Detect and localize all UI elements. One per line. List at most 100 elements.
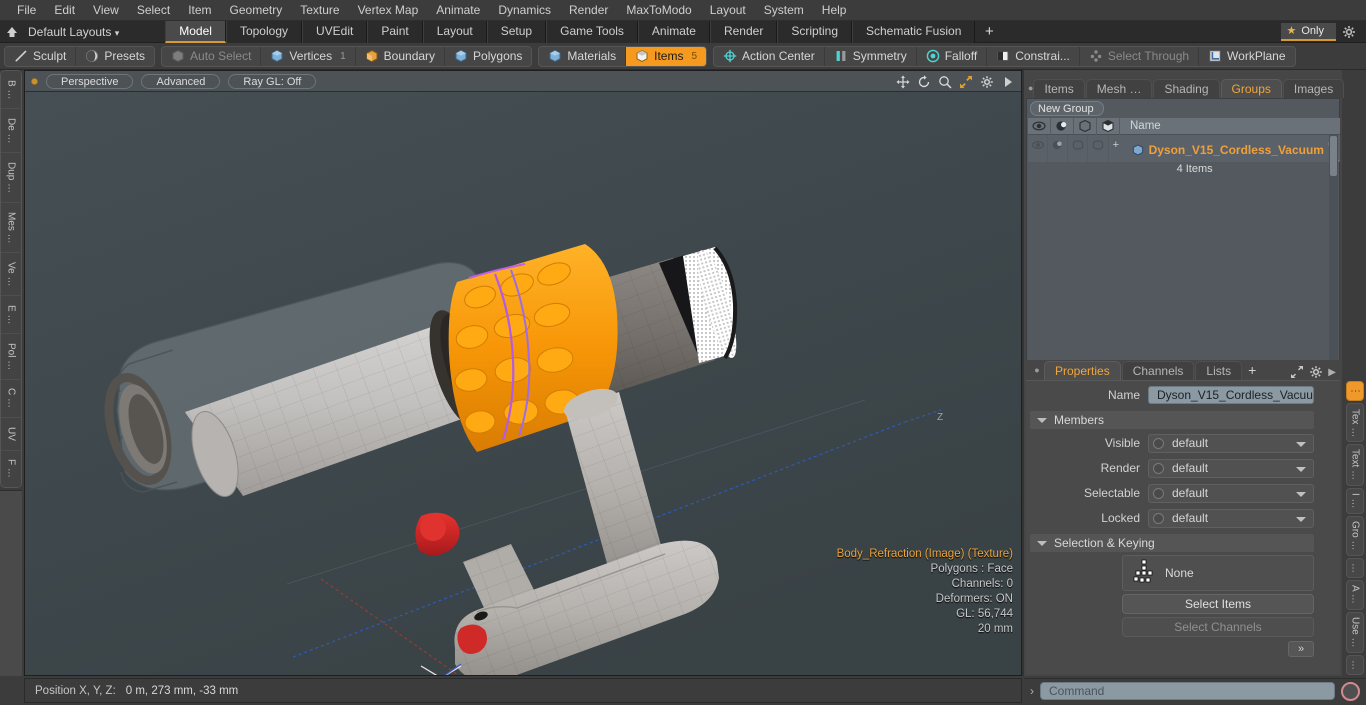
- default-layouts-dropdown[interactable]: Default Layouts ▾: [24, 21, 129, 43]
- menu-item-system[interactable]: System: [755, 0, 813, 21]
- properties-tab-properties[interactable]: Properties: [1044, 361, 1121, 380]
- layout-tab-uvedit[interactable]: UVEdit: [302, 20, 368, 43]
- toolbar-button-action-center[interactable]: Action Center: [714, 46, 825, 66]
- right-tab-3[interactable]: I …: [1346, 487, 1364, 514]
- toolbar-button-auto-select[interactable]: Auto Select: [162, 46, 262, 66]
- menu-item-edit[interactable]: Edit: [45, 0, 84, 21]
- right-tab-0[interactable]: ⋮: [1346, 381, 1364, 402]
- group-item[interactable]: Dyson_V15_Cordless_Vacuum ( …: [1117, 136, 1340, 164]
- panel-tab-shading[interactable]: Shading: [1153, 79, 1220, 98]
- add-properties-tab-button[interactable]: +: [1243, 361, 1261, 380]
- panel-tab-groups[interactable]: Groups: [1220, 79, 1282, 98]
- row-shade-toggle[interactable]: [1088, 135, 1109, 162]
- new-group-button[interactable]: New Group: [1030, 101, 1104, 116]
- menu-item-file[interactable]: File: [8, 0, 45, 21]
- selectable-radio-icon[interactable]: [1153, 487, 1164, 499]
- name-field[interactable]: Dyson_V15_Cordless_Vacuum (3): [1148, 386, 1314, 404]
- zoom-icon[interactable]: [938, 75, 952, 89]
- toolbar-button-materials[interactable]: Materials: [539, 46, 627, 66]
- left-tab-3[interactable]: Mes …: [1, 202, 21, 253]
- properties-tab-lists[interactable]: Lists: [1195, 361, 1243, 380]
- selection-keying-section-header[interactable]: Selection & Keying: [1030, 534, 1314, 552]
- right-tab-1[interactable]: Tex …: [1346, 403, 1364, 443]
- record-circle-icon[interactable]: [1341, 681, 1360, 701]
- gear-icon[interactable]: [980, 75, 994, 89]
- left-tab-5[interactable]: E …: [1, 295, 21, 334]
- visible-radio-icon[interactable]: [1153, 437, 1164, 449]
- menu-item-help[interactable]: Help: [813, 0, 856, 21]
- toolbar-button-workplane[interactable]: WorkPlane: [1199, 47, 1294, 66]
- rotate-icon[interactable]: [917, 74, 931, 89]
- command-input[interactable]: Command: [1040, 682, 1335, 700]
- toolbar-button-vertices[interactable]: Vertices 1: [261, 46, 356, 66]
- selection-set-field[interactable]: None: [1122, 555, 1314, 591]
- groups-list-row[interactable]: + Dyson_V15_Cordless_Vacuum ( … 4 Items: [1028, 135, 1340, 175]
- menu-item-layout[interactable]: Layout: [701, 0, 755, 21]
- toolbar-button-boundary[interactable]: Boundary: [356, 46, 446, 66]
- layout-tab-animate[interactable]: Animate: [637, 20, 710, 43]
- right-tab-7[interactable]: Use …: [1346, 611, 1364, 653]
- row-outline-toggle[interactable]: [1068, 135, 1089, 162]
- toolbar-button-symmetry[interactable]: Symmetry: [825, 46, 917, 66]
- right-tab-5[interactable]: …: [1346, 557, 1364, 579]
- locked-radio-icon[interactable]: [1153, 512, 1164, 524]
- viewport-shading-dropdown[interactable]: Advanced: [141, 73, 221, 89]
- expand-row-icon[interactable]: +: [1113, 139, 1119, 151]
- left-tab-1[interactable]: De …: [1, 108, 21, 154]
- left-tab-2[interactable]: Dup …: [1, 153, 21, 203]
- right-tab-8[interactable]: …: [1346, 654, 1364, 676]
- toolbar-button-sculpt[interactable]: Sculpt: [5, 46, 77, 66]
- panel-tab-items[interactable]: Items: [1033, 79, 1085, 98]
- caret-right-icon[interactable]: ▶: [1328, 367, 1336, 378]
- home-icon[interactable]: [0, 21, 24, 43]
- toolbar-button-falloff[interactable]: Falloff: [917, 46, 988, 66]
- render-radio-icon[interactable]: [1153, 462, 1164, 474]
- add-layout-tab-button[interactable]: +: [975, 21, 1003, 43]
- viewport-projection-dropdown[interactable]: Perspective: [46, 73, 134, 89]
- layout-tab-game-tools[interactable]: Game Tools: [546, 20, 638, 43]
- menu-item-select[interactable]: Select: [128, 0, 179, 21]
- properties-menu-icon[interactable]: ●: [1030, 360, 1044, 380]
- properties-tab-channels[interactable]: Channels: [1121, 361, 1195, 380]
- right-tab-4[interactable]: Gro …: [1346, 515, 1364, 556]
- move-icon[interactable]: [896, 75, 910, 89]
- left-tab-0[interactable]: B …: [1, 71, 21, 109]
- layout-tab-scripting[interactable]: Scripting: [777, 20, 852, 43]
- panel-tab-images[interactable]: Images: [1282, 79, 1345, 98]
- layout-tab-setup[interactable]: Setup: [486, 20, 547, 43]
- locked-dropdown[interactable]: default: [1148, 508, 1314, 528]
- menu-item-dynamics[interactable]: Dynamics: [489, 0, 560, 21]
- left-tab-7[interactable]: C …: [1, 379, 21, 419]
- layout-tab-topology[interactable]: Topology: [225, 20, 302, 43]
- menu-item-view[interactable]: View: [84, 0, 128, 21]
- viewport-3d[interactable]: Perspective Advanced Ray GL: Off Z Body_…: [24, 70, 1022, 676]
- viewport-canvas[interactable]: Z Body_Refraction (Image) (Texture) Poly…: [25, 92, 1021, 675]
- toolbar-button-constrai[interactable]: Constrai...: [987, 46, 1080, 66]
- toolbar-button-items[interactable]: Items 5: [626, 46, 707, 66]
- groups-row-name-cell[interactable]: + Dyson_V15_Cordless_Vacuum ( … 4 Items: [1109, 135, 1340, 175]
- menu-item-animate[interactable]: Animate: [427, 0, 489, 21]
- menu-item-item[interactable]: Item: [179, 0, 220, 21]
- layout-tab-model[interactable]: Model: [165, 20, 226, 43]
- layout-tab-render[interactable]: Render: [709, 20, 778, 43]
- viewport-raygl-dropdown[interactable]: Ray GL: Off: [228, 73, 317, 89]
- render-dropdown[interactable]: default: [1148, 458, 1314, 478]
- gear-icon[interactable]: [1309, 365, 1323, 379]
- panel-tab-mesh[interactable]: Mesh …: [1085, 79, 1153, 98]
- left-tab-9[interactable]: F …: [1, 450, 21, 487]
- toolbar-button-polygons[interactable]: Polygons: [445, 47, 531, 66]
- layout-tab-paint[interactable]: Paint: [367, 20, 423, 43]
- right-tab-6[interactable]: A …: [1346, 580, 1364, 610]
- left-tab-8[interactable]: UV: [1, 418, 21, 451]
- toolbar-button-presets[interactable]: Presets: [76, 47, 154, 66]
- menu-item-render[interactable]: Render: [560, 0, 617, 21]
- menu-item-vertex-map[interactable]: Vertex Map: [349, 0, 428, 21]
- right-tab-2[interactable]: Text …: [1346, 444, 1364, 486]
- only-toggle-button[interactable]: ★ Only: [1280, 22, 1336, 41]
- menu-item-geometry[interactable]: Geometry: [221, 0, 292, 21]
- left-tab-6[interactable]: Pol …: [1, 333, 21, 380]
- select-items-button[interactable]: Select Items: [1122, 594, 1314, 614]
- menu-item-texture[interactable]: Texture: [291, 0, 348, 21]
- menu-item-maxtomodo[interactable]: MaxToModo: [617, 0, 700, 21]
- members-section-header[interactable]: Members: [1030, 411, 1314, 429]
